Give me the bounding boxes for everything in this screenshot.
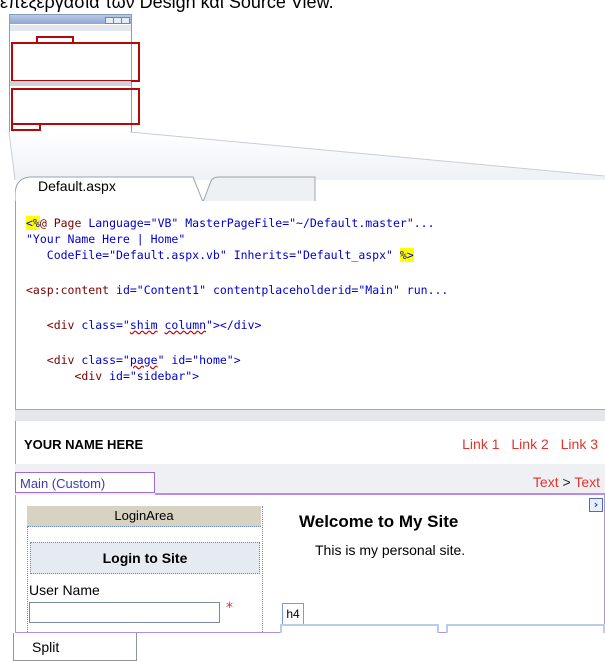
code-line[interactable] (26, 298, 448, 317)
breadcrumb-item-2[interactable]: Text (574, 474, 600, 490)
breadcrumb-item-1[interactable]: Text (533, 474, 559, 490)
code-line[interactable] (26, 263, 448, 282)
code-line[interactable]: <div id="sidebar"> (26, 368, 448, 384)
source-view[interactable]: <%@ Page Language="VB" MasterPageFile="~… (15, 201, 605, 409)
page-thumbnail (9, 14, 140, 133)
caption-text: επεξεργασία των Design και Source View. (0, 0, 334, 12)
login-area-label: LoginArea (27, 506, 261, 527)
h4-tag[interactable]: h4 (282, 603, 304, 624)
thumbnail-source-region (11, 42, 140, 82)
username-input[interactable] (29, 602, 220, 623)
thumbnail-divider (10, 81, 131, 86)
code-line[interactable]: <%@ Page Language="VB" MasterPageFile="~… (26, 215, 448, 231)
zoom-funnel (8, 131, 605, 180)
username-label: User Name (29, 582, 100, 598)
nav-link-3[interactable]: Link 3 (561, 436, 598, 452)
login-button[interactable]: Login to Site (30, 542, 260, 574)
welcome-text: This is my personal site. (315, 542, 466, 558)
nav-link-1[interactable]: Link 1 (462, 436, 499, 452)
content-region-tag[interactable]: Main (Custom) (15, 472, 155, 493)
chevron-right-icon[interactable]: › (589, 498, 603, 512)
breadcrumb: Text > Text (533, 474, 600, 490)
header-links: Link 1 Link 2 Link 3 (454, 436, 598, 452)
thumbnail-close-icon (121, 17, 130, 24)
nav-link-2[interactable]: Link 2 (511, 436, 548, 452)
tab-default-aspx[interactable]: Default.aspx (38, 178, 116, 194)
code-line[interactable]: "Your Name Here | Home" (26, 231, 448, 247)
code-line[interactable]: <div class="page" id="home"> (26, 352, 448, 368)
code-line[interactable] (26, 333, 448, 352)
source-code[interactable]: <%@ Page Language="VB" MasterPageFile="~… (26, 215, 448, 384)
code-line[interactable]: <asp:content id="Content1" contentplaceh… (26, 282, 448, 298)
thumbnail-menubar (10, 25, 131, 31)
breadcrumb-separator: > (562, 474, 571, 490)
code-line[interactable]: CodeFile="Default.aspx.vb" Inherits="Def… (26, 247, 448, 263)
split-view-tab[interactable]: Split (13, 633, 137, 661)
site-name: YOUR NAME HERE (24, 437, 144, 452)
required-mark: * (226, 600, 233, 616)
code-line[interactable]: <div class="shim column"></div> (26, 317, 448, 333)
welcome-title: Welcome to My Site (299, 512, 459, 531)
